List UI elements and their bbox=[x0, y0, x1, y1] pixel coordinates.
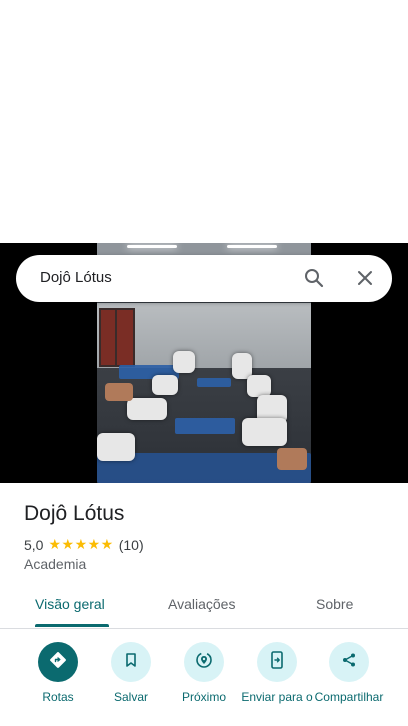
photo-person bbox=[277, 448, 307, 470]
tab-reviews[interactable]: Avaliações bbox=[168, 596, 235, 612]
search-input[interactable]: Dojô Lótus bbox=[40, 269, 112, 286]
photo-mat bbox=[175, 418, 235, 434]
send-to-phone-button[interactable]: Enviar para o bbox=[239, 642, 315, 703]
place-category[interactable]: Academia bbox=[24, 556, 86, 572]
search-bar[interactable]: Dojô Lótus bbox=[16, 255, 392, 302]
nearby-icon bbox=[195, 651, 213, 674]
search-icon[interactable] bbox=[304, 268, 324, 288]
photo-mat bbox=[197, 378, 231, 387]
share-button-circle[interactable] bbox=[329, 642, 369, 682]
save-button-circle[interactable] bbox=[111, 642, 151, 682]
tab-overview[interactable]: Visão geral bbox=[35, 596, 105, 612]
nearby-button[interactable]: Próximo bbox=[166, 642, 242, 703]
share-icon bbox=[341, 652, 357, 673]
share-label: Compartilhar bbox=[314, 690, 384, 704]
tab-about[interactable]: Sobre bbox=[316, 596, 353, 612]
rating-value: 5,0 bbox=[24, 536, 44, 553]
nearby-button-circle[interactable] bbox=[184, 642, 224, 682]
close-icon[interactable] bbox=[355, 268, 375, 288]
photo-person bbox=[242, 418, 287, 446]
directions-button-circle[interactable] bbox=[38, 642, 78, 682]
map-blank-area bbox=[0, 0, 408, 243]
rating-row[interactable]: 5,0 ★★★★★ (10) bbox=[24, 536, 144, 553]
photo-person bbox=[173, 351, 195, 373]
photo-person bbox=[152, 375, 178, 395]
reviews-count: (10) bbox=[118, 536, 144, 553]
send-to-phone-button-circle[interactable] bbox=[257, 642, 297, 682]
photo-person bbox=[247, 375, 271, 397]
photo-door bbox=[115, 308, 135, 367]
rating-stars: ★★★★★ bbox=[48, 536, 114, 552]
nearby-label: Próximo bbox=[181, 690, 226, 704]
directions-label: Rotas bbox=[42, 690, 74, 704]
action-row: Rotas Salvar Próximo Enviar para o Compa… bbox=[0, 642, 408, 726]
save-label: Salvar bbox=[113, 690, 148, 704]
share-button[interactable]: Compartilhar bbox=[311, 642, 387, 703]
tab-bar: Visão geral Avaliações Sobre bbox=[0, 584, 408, 629]
photo-person bbox=[105, 383, 133, 401]
photo-ceiling bbox=[97, 243, 311, 255]
save-button[interactable]: Salvar bbox=[93, 642, 169, 703]
place-title: Dojô Lótus bbox=[24, 502, 125, 525]
bookmark-icon bbox=[123, 652, 139, 673]
directions-button[interactable]: Rotas bbox=[20, 642, 96, 703]
photo-person bbox=[97, 433, 135, 461]
tab-active-indicator bbox=[35, 624, 109, 627]
send-to-phone-icon bbox=[269, 650, 285, 674]
photo-light bbox=[227, 245, 277, 248]
send-to-phone-label: Enviar para o bbox=[241, 690, 313, 704]
photo-person bbox=[127, 398, 167, 420]
photo-light bbox=[127, 245, 177, 248]
directions-icon bbox=[49, 651, 67, 674]
